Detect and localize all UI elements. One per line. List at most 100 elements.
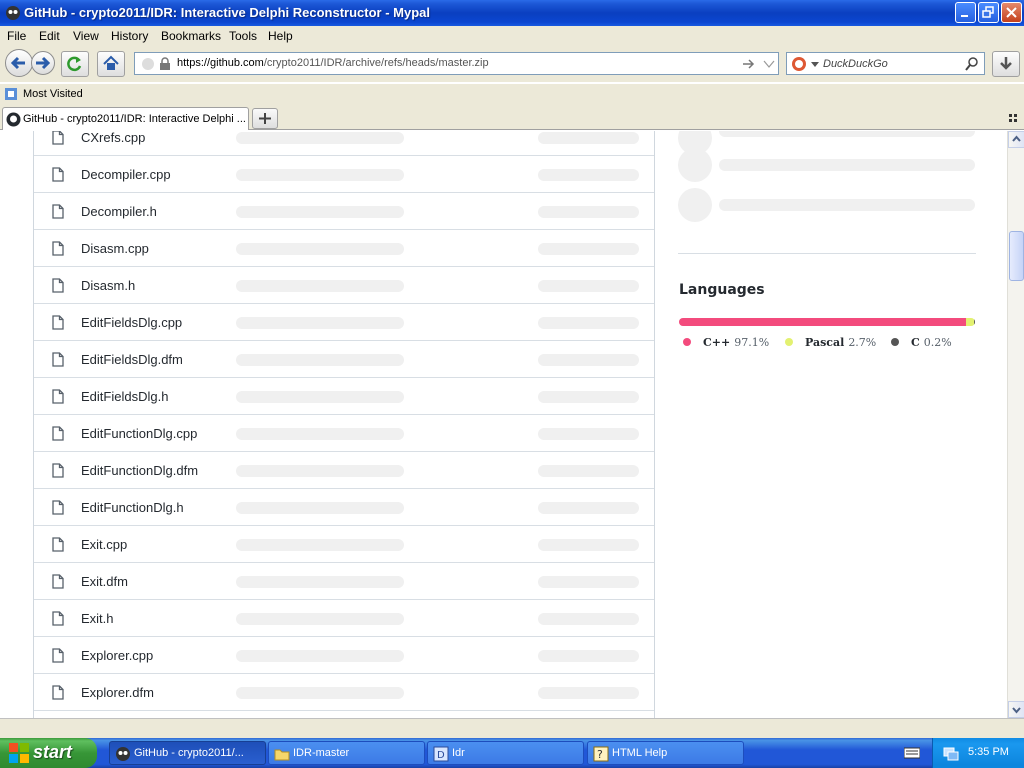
forward-button[interactable] (31, 51, 55, 75)
file-row[interactable]: Exit.h (34, 599, 654, 636)
taskbar-item-folder[interactable]: IDR-master (268, 741, 425, 765)
file-row[interactable]: EditFieldsDlg.dfm (34, 340, 654, 377)
file-name[interactable]: EditFunctionDlg.dfm (81, 463, 198, 478)
taskbar-item-html-help[interactable]: ? HTML Help (587, 741, 744, 765)
duckduckgo-icon[interactable] (791, 56, 807, 72)
file-name[interactable]: CXrefs.cpp (81, 131, 145, 145)
app-icon: D (433, 746, 449, 762)
lock-icon (160, 57, 170, 70)
file-name[interactable]: Explorer.cpp (81, 648, 153, 663)
file-name[interactable]: Exit.cpp (81, 537, 127, 552)
commit-date-placeholder (538, 280, 639, 292)
network-icon[interactable] (943, 745, 959, 761)
arrow-up-icon (1012, 135, 1021, 142)
web-content: CXrefs.cpp Decompiler.cpp Decompiler.h Disa… (0, 131, 1007, 718)
file-name[interactable]: Exit.h (81, 611, 114, 626)
language-c[interactable]: C 0.2% (891, 336, 952, 349)
file-name[interactable]: Explorer.dfm (81, 685, 154, 700)
dropdown-arrow-icon[interactable] (763, 59, 775, 71)
file-icon (52, 278, 64, 293)
vertical-scrollbar[interactable] (1007, 131, 1024, 718)
commit-date-placeholder (538, 243, 639, 255)
new-tab-button[interactable] (252, 108, 278, 129)
file-name[interactable]: EditFieldsDlg.cpp (81, 315, 182, 330)
scroll-up-button[interactable] (1008, 131, 1024, 148)
file-row[interactable]: Disasm.h (34, 266, 654, 303)
menu-file[interactable]: File (7, 29, 26, 43)
file-name[interactable]: Exit.dfm (81, 574, 128, 589)
menu-view[interactable]: View (73, 29, 99, 43)
menu-tools[interactable]: Tools (229, 29, 257, 43)
file-name[interactable]: EditFieldsDlg.dfm (81, 352, 183, 367)
file-row[interactable]: EditFunctionDlg.dfm (34, 451, 654, 488)
file-row[interactable]: Explorer.dfm (34, 673, 654, 710)
language-pascal[interactable]: Pascal 2.7% (785, 336, 876, 349)
start-label: start (33, 742, 73, 762)
file-name[interactable]: EditFunctionDlg.cpp (81, 426, 197, 441)
file-icon (52, 648, 64, 663)
file-name[interactable]: Decompiler.cpp (81, 167, 171, 182)
arrow-down-icon (1012, 707, 1021, 714)
commit-date-placeholder (538, 132, 639, 144)
restore-button[interactable] (978, 2, 999, 23)
back-button[interactable] (5, 49, 33, 77)
file-row[interactable]: EditFieldsDlg.h (34, 377, 654, 414)
search-placeholder: DuckDuckGo (823, 58, 888, 70)
commit-message-placeholder (236, 132, 404, 144)
file-row[interactable]: CXrefs.cpp (34, 131, 654, 155)
file-row[interactable]: Exit.cpp (34, 525, 654, 562)
language-color-dot (683, 338, 691, 346)
close-button[interactable] (1001, 2, 1022, 23)
file-row[interactable]: EditFieldsDlg.cpp (34, 303, 654, 340)
file-name[interactable]: Disasm.h (81, 278, 135, 293)
menu-bookmarks[interactable]: Bookmarks (161, 29, 221, 43)
menu-history[interactable]: History (111, 29, 148, 43)
commit-date-placeholder (538, 354, 639, 366)
file-row[interactable]: Decompiler.cpp (34, 155, 654, 192)
taskbar-item-idr[interactable]: D Idr (427, 741, 584, 765)
file-icon (52, 611, 64, 626)
file-icon (52, 463, 64, 478)
file-row[interactable]: Exit.dfm (34, 562, 654, 599)
search-icon[interactable] (965, 57, 979, 71)
search-engine-dropdown-icon[interactable] (811, 61, 819, 69)
tab-overflow-icon[interactable] (1008, 112, 1020, 124)
address-bar[interactable]: https://github.com/crypto2011/IDR/archiv… (134, 52, 779, 75)
file-icon (52, 685, 64, 700)
file-icon (52, 352, 64, 367)
commit-date-placeholder (538, 576, 639, 588)
file-row[interactable]: Explorer.cpp (34, 636, 654, 673)
downloads-button[interactable] (992, 51, 1020, 77)
minimize-button[interactable] (955, 2, 976, 23)
window-title: GitHub - crypto2011/IDR: Interactive Del… (24, 5, 430, 20)
menu-edit[interactable]: Edit (39, 29, 60, 43)
menu-help[interactable]: Help (268, 29, 293, 43)
scroll-thumb[interactable] (1009, 231, 1024, 281)
language-bar-segment (974, 318, 975, 326)
go-arrow-icon[interactable] (742, 57, 756, 71)
file-icon (52, 204, 64, 219)
scroll-down-button[interactable] (1008, 701, 1024, 718)
keyboard-icon[interactable] (904, 747, 920, 759)
file-row[interactable]: Decompiler.h (34, 192, 654, 229)
file-name[interactable]: EditFieldsDlg.h (81, 389, 168, 404)
start-button[interactable]: start (0, 738, 97, 768)
file-name[interactable]: EditFunctionDlg.h (81, 500, 184, 515)
language-cpp[interactable]: C++ 97.1% (683, 336, 769, 349)
reload-button[interactable] (61, 51, 89, 77)
file-row[interactable]: Disasm.cpp (34, 229, 654, 266)
contributor-avatar-placeholder (678, 188, 712, 222)
minimize-icon (961, 15, 968, 17)
home-button[interactable] (97, 51, 125, 77)
site-identity-icon[interactable] (141, 57, 155, 71)
commit-date-placeholder (538, 613, 639, 625)
file-name[interactable]: Disasm.cpp (81, 241, 149, 256)
file-row[interactable]: EditFunctionDlg.cpp (34, 414, 654, 451)
taskbar-item-browser[interactable]: GitHub - crypto2011/... (109, 741, 266, 765)
search-bar[interactable]: DuckDuckGo (786, 52, 985, 75)
file-icon (52, 426, 64, 441)
file-row[interactable]: EditFunctionDlg.h (34, 488, 654, 525)
tab-github[interactable]: GitHub - crypto2011/IDR: Interactive Del… (2, 107, 249, 130)
file-name[interactable]: Decompiler.h (81, 204, 157, 219)
menu-bar: File Edit View History Bookmarks Tools H… (0, 26, 1024, 46)
